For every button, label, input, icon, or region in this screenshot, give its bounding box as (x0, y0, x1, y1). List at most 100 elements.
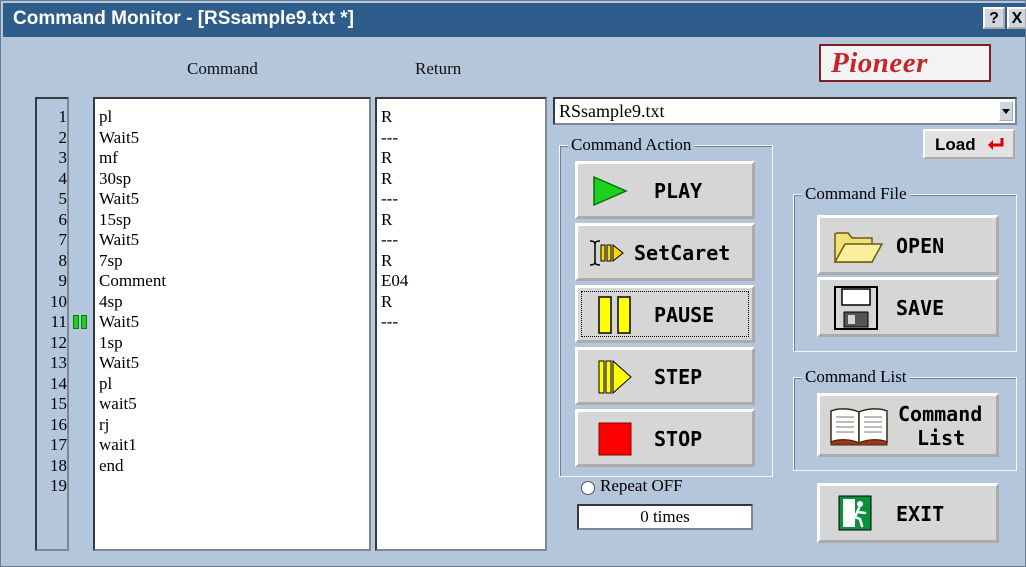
command-row: Wait5 (99, 127, 140, 147)
command-list-pane[interactable]: pl Wait5 mf 30sp Wait5 15sp Wait5 7sp Comment 4sp… (93, 97, 371, 551)
pioneer-logo: Pioneer (819, 44, 991, 82)
return-row: --- (381, 127, 398, 147)
command-row: wait1 (99, 435, 137, 454)
chevron-down-icon[interactable] (999, 101, 1013, 121)
stop-square-icon (598, 422, 632, 456)
line-number: 18 (50, 455, 67, 475)
setcaret-label: SetCaret (634, 241, 731, 265)
current-line-marker-icon (73, 315, 89, 329)
command-column-header: Command (187, 59, 258, 78)
close-button[interactable]: X (1007, 7, 1026, 29)
folder-icon (833, 232, 884, 263)
load-label: Load (935, 135, 976, 154)
command-row: 30sp (99, 168, 132, 188)
open-label: OPEN (896, 234, 945, 258)
command-row: Wait5 (99, 230, 140, 249)
save-button[interactable]: SAVE (817, 277, 999, 337)
pause-label: PAUSE (654, 303, 715, 327)
stop-label: STOP (654, 427, 703, 451)
return-row: E04 (381, 271, 409, 290)
pause-icon (598, 296, 631, 334)
command-monitor-window: Command Monitor - [RSsample9.txt *] ? X … (0, 0, 1026, 567)
play-button[interactable]: PLAY (575, 161, 755, 219)
line-number: 2 (58, 127, 68, 147)
command-list-label-line1: Command (898, 402, 983, 426)
stop-button[interactable]: STOP (575, 409, 755, 467)
step-label: STEP (654, 365, 703, 389)
return-row: R (381, 250, 393, 270)
line-number: 11 (50, 312, 67, 331)
command-list-button[interactable]: Command List (817, 393, 999, 457)
enter-arrow-icon (988, 138, 1004, 150)
command-file-label: Command File (802, 184, 910, 204)
line-number: 1 (58, 107, 68, 126)
exit-button[interactable]: EXIT (817, 483, 999, 543)
command-list-label: Command List (802, 367, 910, 387)
line-number: 6 (58, 209, 68, 229)
return-row: --- (381, 230, 398, 249)
load-button[interactable]: Load (923, 129, 1015, 159)
line-number: 14 (50, 373, 67, 393)
command-row: 15sp (99, 209, 132, 229)
return-row: R (381, 148, 393, 167)
file-select-dropdown[interactable]: RSsample9.txt (553, 97, 1017, 125)
line-number: 9 (58, 271, 68, 290)
command-action-label: Command Action (568, 135, 695, 155)
line-number: 12 (50, 332, 67, 352)
command-row: pl (99, 373, 113, 393)
line-number: 16 (50, 414, 67, 434)
return-row: --- (381, 312, 398, 331)
line-number: 17 (50, 435, 67, 454)
line-number: 5 (58, 189, 68, 208)
line-number: 3 (58, 148, 68, 167)
command-row: wait5 (99, 394, 137, 413)
repeat-label: Repeat OFF (600, 476, 683, 495)
play-label: PLAY (654, 179, 703, 203)
window-title: Command Monitor - [RSsample9.txt *] (13, 8, 354, 29)
command-row: Wait5 (99, 189, 140, 208)
line-number: 15 (50, 394, 67, 413)
line-number: 4 (58, 168, 68, 188)
line-number: 13 (50, 353, 67, 372)
repeat-radio-button[interactable] (581, 481, 595, 495)
floppy-disk-icon (834, 286, 878, 330)
line-number: 10 (50, 291, 67, 311)
logo-text: Pioneer (831, 47, 928, 79)
selected-file-name: RSsample9.txt (559, 101, 665, 121)
command-row: 1sp (99, 332, 123, 352)
command-row: 4sp (99, 291, 123, 311)
save-label: SAVE (896, 296, 945, 320)
command-list-label-line2: List (917, 426, 966, 450)
repeat-count-field[interactable]: 0 times (577, 504, 753, 530)
step-button[interactable]: STEP (575, 347, 755, 405)
exit-label: EXIT (896, 502, 945, 526)
return-row: R (381, 291, 393, 311)
return-row: R (381, 107, 393, 126)
exit-door-icon (838, 495, 872, 531)
return-row: R (381, 168, 393, 188)
line-number: 19 (50, 476, 67, 495)
command-row: Wait5 (99, 312, 140, 331)
line-number-gutter: 1 2 3 4 5 6 7 8 9 10 11 12 13 14 15 16 17 18 19 (35, 97, 69, 551)
setcaret-button[interactable]: SetCaret (575, 223, 755, 281)
line-number: 8 (58, 250, 68, 270)
book-icon (830, 408, 888, 446)
command-row: end (99, 455, 124, 475)
command-row: Comment (99, 271, 167, 290)
step-icon (598, 359, 632, 395)
command-row: rj (99, 414, 110, 434)
help-button[interactable]: ? (983, 7, 1005, 29)
setcaret-icon (589, 240, 624, 266)
return-list-pane[interactable]: R --- R R --- R --- R E04 R --- (375, 97, 547, 551)
return-column-header: Return (415, 59, 462, 78)
return-row: R (381, 209, 393, 229)
line-number: 7 (58, 230, 68, 249)
pause-button[interactable]: PAUSE (575, 285, 755, 343)
command-row: Wait5 (99, 353, 140, 372)
command-row: pl (99, 107, 113, 126)
command-row: mf (99, 148, 118, 167)
title-bar[interactable]: Command Monitor - [RSsample9.txt *] ? X (3, 3, 1026, 37)
play-triangle-icon (593, 175, 628, 207)
command-row: 7sp (99, 250, 123, 270)
open-button[interactable]: OPEN (817, 215, 999, 275)
